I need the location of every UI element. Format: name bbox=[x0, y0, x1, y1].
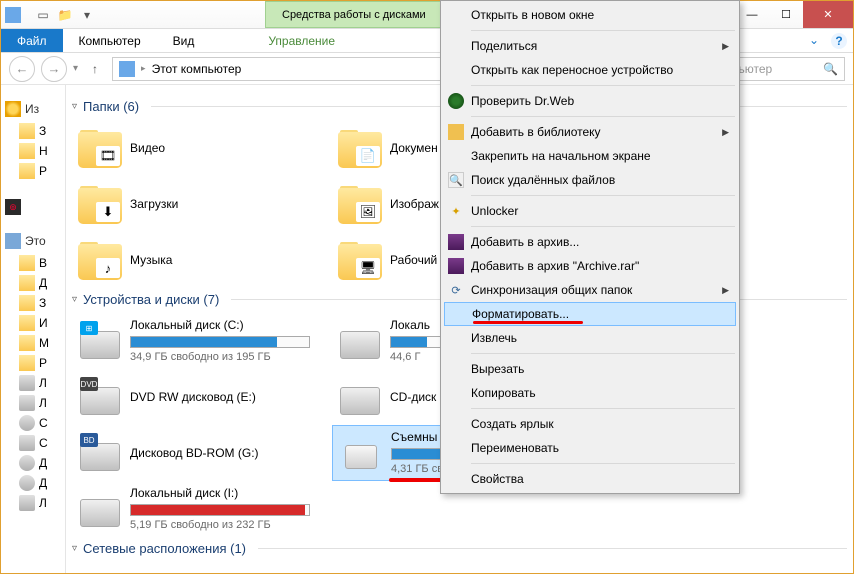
cc-icon: ⊚ bbox=[5, 199, 21, 215]
search-icon: 🔍 bbox=[448, 172, 464, 188]
film-icon: 🎞 bbox=[96, 146, 120, 166]
drive-tile[interactable]: Локальный диск (I:)5,19 ГБ свободно из 2… bbox=[72, 481, 332, 537]
context-menu-item[interactable]: Добавить в библиотеку▶ bbox=[443, 120, 737, 144]
back-button[interactable]: ← bbox=[9, 56, 35, 82]
sidebar-item[interactable]: И bbox=[5, 313, 61, 333]
context-menu-item[interactable]: Свойства bbox=[443, 467, 737, 491]
context-menu-item[interactable]: Поделиться▶ bbox=[443, 34, 737, 58]
download-icon: ⬇ bbox=[96, 202, 120, 222]
history-dropdown-icon[interactable]: ▾ bbox=[73, 63, 78, 74]
windows-icon: ⊞ bbox=[80, 321, 98, 335]
search-input[interactable]: пьютер 🔍 bbox=[725, 57, 845, 81]
sidebar-item[interactable]: C bbox=[5, 413, 61, 433]
annotation-underline bbox=[473, 321, 583, 324]
dw-icon bbox=[448, 93, 464, 109]
folder-tile[interactable]: 🎞Видео bbox=[72, 120, 332, 176]
ribbon-expand-icon[interactable]: ⌄ bbox=[803, 29, 825, 52]
close-button[interactable]: ✕ bbox=[803, 1, 853, 28]
dvd-badge-icon: DVD bbox=[80, 377, 98, 391]
context-menu-item[interactable]: Добавить в архив "Archive.rar" bbox=[443, 254, 737, 278]
context-menu-item[interactable]: Открыть в новом окне bbox=[443, 3, 737, 27]
sidebar-item[interactable]: Д bbox=[5, 473, 61, 493]
music-icon: ♪ bbox=[96, 258, 120, 278]
desktop-icon: 🖥 bbox=[356, 258, 380, 278]
sidebar-item[interactable]: Л bbox=[5, 493, 61, 513]
up-button[interactable]: ↑ bbox=[84, 58, 106, 80]
context-menu-item[interactable]: Копировать bbox=[443, 381, 737, 405]
app-icon bbox=[5, 7, 21, 23]
drive-tile[interactable]: BD Дисковод BD-ROM (G:) bbox=[72, 425, 332, 481]
drive-tile[interactable]: DVD DVD RW дисковод (E:) bbox=[72, 369, 332, 425]
sidebar-item[interactable]: Л bbox=[5, 393, 61, 413]
sidebar-item[interactable]: Л bbox=[5, 373, 61, 393]
tab-file[interactable]: Файл bbox=[1, 29, 63, 52]
tab-view[interactable]: Вид bbox=[157, 29, 211, 52]
context-menu-item[interactable]: Извлечь bbox=[443, 326, 737, 350]
sidebar-item[interactable]: Р bbox=[5, 353, 61, 373]
context-menu-item[interactable]: Создать ярлык bbox=[443, 412, 737, 436]
rar-icon bbox=[448, 234, 464, 250]
qat-dropdown-icon[interactable]: ▾ bbox=[77, 5, 97, 25]
image-icon: 🖼 bbox=[356, 202, 380, 222]
qat-newfolder-icon[interactable]: 📁 bbox=[55, 5, 75, 25]
folder-tile[interactable]: ♪Музыка bbox=[72, 232, 332, 288]
doc-icon: 📄 bbox=[356, 146, 380, 166]
drive-tile[interactable]: ⊞ Локальный диск (C:)34,9 ГБ свободно из… bbox=[72, 313, 332, 369]
qat-properties-icon[interactable]: ▭ bbox=[33, 5, 53, 25]
sidebar-item[interactable]: Д bbox=[5, 273, 61, 293]
context-menu-item[interactable]: Форматировать... bbox=[444, 302, 736, 326]
breadcrumb-location: Этот компьютер bbox=[152, 62, 242, 76]
context-menu-item[interactable]: Проверить Dr.Web bbox=[443, 89, 737, 113]
pc-icon bbox=[119, 61, 135, 77]
sidebar-item[interactable]: Д bbox=[5, 453, 61, 473]
context-menu-item[interactable]: ✦Unlocker bbox=[443, 199, 737, 223]
maximize-button[interactable]: ☐ bbox=[769, 1, 803, 28]
sidebar-item[interactable]: В bbox=[5, 253, 61, 273]
help-icon[interactable]: ? bbox=[831, 33, 847, 49]
favorites-icon bbox=[5, 101, 21, 117]
search-icon: 🔍 bbox=[823, 62, 838, 76]
context-menu-item[interactable]: ⟳Синхронизация общих папок▶ bbox=[443, 278, 737, 302]
sidebar-item[interactable]: З bbox=[5, 293, 61, 313]
context-menu-item[interactable]: Переименовать bbox=[443, 436, 737, 460]
bd-badge-icon: BD bbox=[80, 433, 98, 447]
sidebar-item[interactable]: Р bbox=[5, 161, 61, 181]
group-header-network[interactable]: ▿Сетевые расположения (1) bbox=[72, 541, 847, 556]
context-menu-item[interactable]: Вырезать bbox=[443, 357, 737, 381]
context-menu-item[interactable]: Добавить в архив... bbox=[443, 230, 737, 254]
sidebar-item[interactable]: З bbox=[5, 121, 61, 141]
sidebar: Из З Н Р ⊚ Это В Д З И М Р Л Л C С Д bbox=[1, 85, 66, 573]
lib-icon bbox=[448, 124, 464, 140]
context-menu-item[interactable]: 🔍Поиск удалённых файлов bbox=[443, 168, 737, 192]
unl-icon: ✦ bbox=[448, 203, 464, 219]
forward-button[interactable]: → bbox=[41, 56, 67, 82]
submenu-arrow-icon: ▶ bbox=[722, 285, 729, 296]
tab-computer[interactable]: Компьютер bbox=[63, 29, 157, 52]
sidebar-item[interactable]: М bbox=[5, 333, 61, 353]
minimize-button[interactable]: — bbox=[735, 1, 769, 28]
sync-icon: ⟳ bbox=[448, 282, 464, 298]
submenu-arrow-icon: ▶ bbox=[722, 41, 729, 52]
submenu-arrow-icon: ▶ bbox=[722, 127, 729, 138]
contextual-tab-label: Средства работы с дисками bbox=[265, 1, 443, 28]
rar-icon bbox=[448, 258, 464, 274]
context-menu-item[interactable]: Открыть как переносное устройство bbox=[443, 58, 737, 82]
folder-tile[interactable]: ⬇Загрузки bbox=[72, 176, 332, 232]
sidebar-item[interactable]: Н bbox=[5, 141, 61, 161]
tab-manage[interactable]: Управление bbox=[252, 29, 351, 52]
sd-icon bbox=[345, 445, 377, 469]
sidebar-item[interactable]: С bbox=[5, 433, 61, 453]
thispc-icon bbox=[5, 233, 21, 249]
context-menu-item[interactable]: Закрепить на начальном экране bbox=[443, 144, 737, 168]
context-menu: Открыть в новом окне Поделиться▶Открыть к… bbox=[440, 0, 740, 494]
